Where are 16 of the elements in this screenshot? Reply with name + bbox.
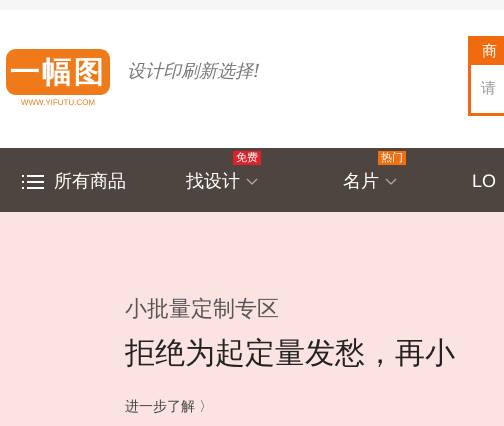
nav-item[interactable]: 名片 xyxy=(343,168,379,195)
chevron-down-icon xyxy=(246,178,258,186)
search-field[interactable]: 请 xyxy=(471,65,504,113)
nav-badge: 热门 xyxy=(378,151,406,165)
menu-icon xyxy=(22,174,44,190)
logo-mark: 一幅图 xyxy=(6,49,110,95)
nav-item[interactable]: 找设计 xyxy=(186,168,240,195)
nav-badge: 免费 xyxy=(232,151,261,165)
banner-headline: 拒绝为起定量发愁，再小 xyxy=(125,336,456,372)
banner-eyebrow: 小批量定制专区 xyxy=(125,295,280,323)
chevron-down-icon xyxy=(385,178,397,186)
nav-item[interactable]: LO xyxy=(472,168,496,195)
nav-item[interactable]: 所有商品 xyxy=(54,168,126,195)
logo-url: WWW.YIFUTU.COM xyxy=(20,97,96,109)
slogan: 设计印刷新选择! xyxy=(127,60,260,84)
learn-more-link[interactable]: 进一步了解 〉 xyxy=(125,396,504,417)
